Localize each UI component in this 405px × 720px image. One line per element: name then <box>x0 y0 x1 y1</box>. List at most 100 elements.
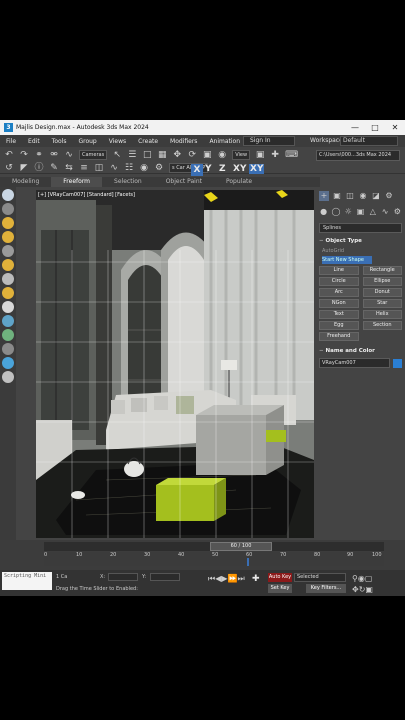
line-button[interactable]: Line <box>319 266 359 275</box>
menu-create[interactable]: Create <box>138 138 158 145</box>
spacewarps-category-icon[interactable]: ∿ <box>380 207 389 217</box>
text-button[interactable]: Text <box>319 310 359 319</box>
xref-icon[interactable] <box>2 343 14 355</box>
cameras-category-icon[interactable]: ▣ <box>356 207 365 217</box>
pivot-icon[interactable]: ▣ <box>255 150 265 160</box>
tab-populate[interactable]: Populate <box>214 177 264 187</box>
set-key-button[interactable]: Set Key <box>268 584 292 593</box>
axis-z-button[interactable]: Z <box>219 164 226 174</box>
axis-x-button[interactable]: X <box>191 164 203 176</box>
menu-tools[interactable]: Tools <box>52 138 67 145</box>
layer-icon-left[interactable] <box>2 315 14 327</box>
link-icon[interactable]: ⚭ <box>34 150 44 160</box>
y-coordinate-field[interactable] <box>150 573 180 581</box>
keyboard-shortcut-icon[interactable]: ⌨ <box>285 150 298 160</box>
angle-snap-icon[interactable]: ◤ <box>19 163 29 173</box>
playback-controls-icon[interactable]: ⏮◀▶⏩⏭ <box>208 574 245 584</box>
axis-y-button[interactable]: Y <box>205 164 212 174</box>
sign-in-dropdown[interactable]: Sign In <box>243 136 295 146</box>
navigation-icons[interactable]: ⚲◉▢ <box>352 574 372 583</box>
sphere-icon[interactable] <box>2 301 14 313</box>
close-button[interactable]: ✕ <box>385 120 405 135</box>
object-color-swatch[interactable] <box>393 358 402 368</box>
name-and-color-rollout[interactable]: Name and Color <box>319 347 402 356</box>
hierarchy-tab-icon[interactable]: ◫ <box>345 191 355 201</box>
schematic-view-icon[interactable]: ☷ <box>124 163 134 173</box>
sun-icon[interactable] <box>2 259 14 271</box>
helix-button[interactable]: Helix <box>362 310 402 319</box>
ngon-button[interactable]: NGon <box>319 299 359 308</box>
select-by-name-icon[interactable]: ☰ <box>127 150 137 160</box>
undo-icon[interactable]: ↶ <box>4 150 14 160</box>
track-bar[interactable]: 0 10 20 30 40 50 60 70 80 90 100 <box>44 552 384 566</box>
project-folder-field[interactable]: C:\Users\000...3ds Max 2024 <box>316 150 400 161</box>
axis-xy-button[interactable]: XY <box>233 164 246 174</box>
selection-filter-dropdown[interactable]: Cameras <box>79 150 108 160</box>
toggle-icon[interactable] <box>2 371 14 383</box>
geometry-icon[interactable] <box>2 245 14 257</box>
mirror-icon[interactable]: ⇆ <box>64 163 74 173</box>
start-new-shape-checkbox[interactable]: Start New Shape <box>322 256 372 264</box>
autogrid-checkbox[interactable]: AutoGrid <box>322 247 399 255</box>
tab-selection[interactable]: Selection <box>102 177 154 187</box>
rotate-icon[interactable]: ⟳ <box>187 150 197 160</box>
spotlight-icon[interactable] <box>2 287 14 299</box>
menu-modifiers[interactable]: Modifiers <box>170 138 197 145</box>
orbit-icons[interactable]: ✥↻▣ <box>352 585 373 594</box>
rect-selection-icon[interactable]: □ <box>142 150 152 160</box>
placement-icon[interactable]: ◉ <box>217 150 227 160</box>
select-manipulate-icon[interactable]: ✚ <box>270 150 280 160</box>
key-filters-button[interactable]: Key Filters... <box>306 584 346 593</box>
menu-edit[interactable]: Edit <box>28 138 40 145</box>
utilities-tab-icon[interactable]: ⚙ <box>384 191 394 201</box>
explorer-icon[interactable] <box>2 189 14 201</box>
render-setup-icon[interactable]: ⚙ <box>154 163 164 173</box>
tab-freeform[interactable]: Freeform <box>51 177 103 187</box>
shape-type-dropdown[interactable]: Splines <box>319 223 402 233</box>
camera-icon[interactable] <box>2 273 14 285</box>
menu-views[interactable]: Views <box>109 138 126 145</box>
unlink-icon[interactable]: ⚮ <box>49 150 59 160</box>
object-name-field[interactable]: VRayCam007 <box>319 358 390 368</box>
maxscript-listener[interactable]: Scripting Mini <box>2 572 52 590</box>
viewport-camera[interactable]: [+] [VRayCam007] [Standard] [Facets] <box>36 190 314 538</box>
light-icon[interactable] <box>2 217 14 229</box>
section-button[interactable]: Section <box>362 321 402 330</box>
key-target-dropdown[interactable]: Selected <box>294 573 346 582</box>
time-slider-knob[interactable]: 60 / 100 <box>210 542 272 551</box>
star-button[interactable]: Star <box>362 299 402 308</box>
menu-group[interactable]: Group <box>78 138 96 145</box>
modify-tab-icon[interactable]: ▣ <box>332 191 342 201</box>
snap-toggle-icon[interactable]: ↺ <box>4 163 14 173</box>
bind-space-warp-icon[interactable]: ∿ <box>64 150 74 160</box>
helper-icon[interactable] <box>2 231 14 243</box>
geometry-category-icon[interactable]: ● <box>319 207 328 217</box>
systems-category-icon[interactable]: ⚙ <box>393 207 402 217</box>
key-mode-icon[interactable]: ✚ <box>252 574 260 584</box>
lights-category-icon[interactable]: ☼ <box>344 207 353 217</box>
container-icon[interactable] <box>2 329 14 341</box>
motion-tab-icon[interactable]: ◉ <box>358 191 368 201</box>
shapes-category-icon[interactable]: ◯ <box>331 207 340 217</box>
axis-xy-lock-button[interactable]: XY <box>249 164 265 174</box>
ellipse-button[interactable]: Ellipse <box>362 277 402 286</box>
curve-editor-icon[interactable]: ∿ <box>109 163 119 173</box>
display-tab-icon[interactable]: ◪ <box>371 191 381 201</box>
select-object-icon[interactable]: ↖ <box>112 150 122 160</box>
circle-button[interactable]: Circle <box>319 277 359 286</box>
maximize-button[interactable]: □ <box>365 120 385 135</box>
redo-icon[interactable]: ↷ <box>19 150 29 160</box>
arc-button[interactable]: Arc <box>319 288 359 297</box>
freehand-button[interactable]: Freehand <box>319 332 359 341</box>
tab-object-paint[interactable]: Object Paint <box>154 177 214 187</box>
material-editor-icon[interactable]: ◉ <box>139 163 149 173</box>
rectangle-button[interactable]: Rectangle <box>362 266 402 275</box>
align-icon[interactable]: ≡ <box>79 163 89 173</box>
helpers-category-icon[interactable]: △ <box>368 207 377 217</box>
filter-icon[interactable] <box>2 203 14 215</box>
donut-button[interactable]: Donut <box>362 288 402 297</box>
move-icon[interactable]: ✥ <box>172 150 182 160</box>
create-tab-icon[interactable]: + <box>319 191 329 201</box>
window-crossing-icon[interactable]: ▦ <box>157 150 167 160</box>
reference-coordinate-dropdown[interactable]: View <box>232 150 251 160</box>
